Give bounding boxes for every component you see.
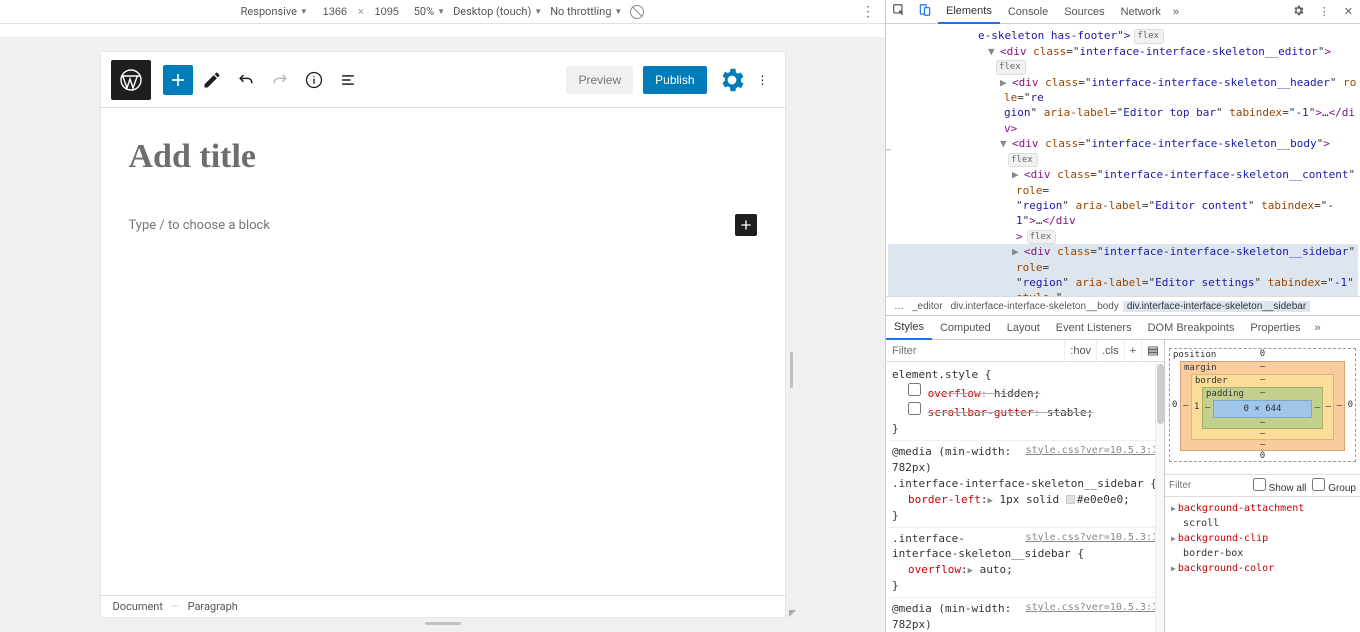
styles-filter-input[interactable] bbox=[886, 345, 1064, 357]
resize-handle-right[interactable] bbox=[790, 352, 793, 388]
post-title-input[interactable]: Add title bbox=[129, 138, 757, 176]
tab-elements[interactable]: Elements bbox=[938, 0, 1000, 24]
devtools-panel: Elements Console Sources Network » ⋮ ✕ ⋯… bbox=[885, 0, 1360, 632]
breadcrumb-paragraph[interactable]: Paragraph bbox=[188, 600, 238, 613]
box-model-pane: position 0 0 0 0 margin – – – – border bbox=[1165, 340, 1360, 632]
elements-tree[interactable]: ⋯ e-skeleton has-footer">flex ▼<div clas… bbox=[886, 24, 1360, 296]
rule-checkbox[interactable] bbox=[908, 402, 921, 415]
inspect-element-icon[interactable] bbox=[886, 3, 912, 20]
responsive-dropdown[interactable]: Responsive▼ bbox=[241, 5, 308, 18]
x-separator: × bbox=[358, 5, 364, 18]
devtools-menu-icon[interactable]: ⋮ bbox=[1316, 5, 1333, 18]
inline-add-block-icon[interactable] bbox=[735, 214, 757, 236]
source-link[interactable]: style.css?ver=10.5.3:1 bbox=[1026, 601, 1158, 616]
styles-pane-menu-icon[interactable] bbox=[1141, 340, 1164, 361]
devtools-tabs: Elements Console Sources Network » ⋮ ✕ bbox=[886, 0, 1360, 24]
cls-toggle[interactable]: .cls bbox=[1096, 340, 1124, 361]
device-type-dropdown[interactable]: Desktop (touch)▼ bbox=[453, 5, 542, 18]
breadcrumb-document[interactable]: Document bbox=[113, 600, 163, 613]
source-link[interactable]: style.css?ver=10.5.3:1 bbox=[1026, 444, 1158, 459]
computed-filter-input[interactable] bbox=[1169, 480, 1247, 491]
editor-footer: Document — Paragraph bbox=[101, 595, 785, 617]
resize-handle-bottom[interactable] bbox=[425, 622, 461, 625]
viewport-height-input[interactable] bbox=[368, 6, 406, 18]
resize-handle-corner[interactable] bbox=[787, 608, 797, 618]
block-prompt-text[interactable]: Type / to choose a block bbox=[129, 218, 270, 233]
dimensions: × bbox=[316, 5, 406, 18]
block-placeholder: Type / to choose a block bbox=[129, 214, 757, 236]
undo-icon[interactable] bbox=[231, 65, 261, 95]
list-view-icon[interactable] bbox=[333, 65, 363, 95]
rule-checkbox[interactable] bbox=[908, 383, 921, 396]
info-icon[interactable] bbox=[299, 65, 329, 95]
crumb-editor[interactable]: _editor bbox=[908, 301, 947, 312]
devtools-close-icon[interactable]: ✕ bbox=[1341, 5, 1356, 18]
styles-scrollbar[interactable] bbox=[1155, 362, 1165, 632]
throttling-dropdown[interactable]: No throttling▼ bbox=[550, 5, 622, 18]
tab-network[interactable]: Network bbox=[1113, 1, 1169, 23]
tab-console[interactable]: Console bbox=[1000, 1, 1056, 23]
elements-breadcrumb: … _editor div.interface-interface-skelet… bbox=[886, 296, 1360, 316]
device-toolbar-menu-icon[interactable]: ⋮ bbox=[861, 4, 875, 20]
zoom-dropdown[interactable]: 50%▼ bbox=[414, 5, 445, 18]
styles-pane: :hov .cls + element.style { overflow: hi… bbox=[886, 340, 1165, 632]
crumb-body[interactable]: div.interface-interface-skeleton__body bbox=[947, 301, 1123, 312]
group-checkbox[interactable]: Group bbox=[1312, 478, 1356, 494]
crumb-ellipsis[interactable]: … bbox=[890, 301, 908, 312]
publish-button[interactable]: Publish bbox=[643, 66, 706, 94]
header-more-icon[interactable]: ⋮ bbox=[751, 65, 775, 95]
stab-properties[interactable]: Properties bbox=[1242, 317, 1308, 339]
redo-icon[interactable] bbox=[265, 65, 295, 95]
new-rule-icon[interactable]: + bbox=[1124, 340, 1141, 361]
breadcrumb-sep: — bbox=[171, 600, 180, 613]
computed-filter-row: Show all Group bbox=[1165, 475, 1360, 497]
viewport-width-input[interactable] bbox=[316, 6, 354, 18]
add-block-button[interactable] bbox=[163, 65, 193, 95]
stab-layout[interactable]: Layout bbox=[999, 317, 1048, 339]
crumb-sidebar[interactable]: div.interface-interface-skeleton__sideba… bbox=[1123, 301, 1310, 312]
styles-tabs-more-icon[interactable]: » bbox=[1309, 322, 1327, 334]
gutter-icon: ⋯ bbox=[886, 144, 891, 158]
viewport-ruler bbox=[0, 24, 885, 38]
tabs-more-icon[interactable]: » bbox=[1169, 6, 1183, 18]
computed-list[interactable]: ▶background-attachment scroll ▶backgroun… bbox=[1165, 497, 1360, 580]
viewport-body: Preview Publish ⋮ Add title Type / to ch… bbox=[0, 24, 885, 632]
stab-computed[interactable]: Computed bbox=[932, 317, 999, 339]
preview-button[interactable]: Preview bbox=[566, 66, 633, 94]
device-toggle-icon[interactable] bbox=[912, 3, 938, 20]
editor-header: Preview Publish ⋮ bbox=[101, 52, 785, 108]
box-model[interactable]: position 0 0 0 0 margin – – – – border bbox=[1165, 340, 1360, 475]
devtools-settings-icon[interactable] bbox=[1289, 4, 1308, 20]
settings-gear-icon[interactable] bbox=[717, 65, 747, 95]
hov-toggle[interactable]: :hov bbox=[1064, 340, 1096, 361]
styles-tabs: Styles Computed Layout Event Listeners D… bbox=[886, 316, 1360, 340]
wp-logo-icon[interactable] bbox=[111, 60, 151, 100]
source-link[interactable]: style.css?ver=10.5.3:1 bbox=[1026, 531, 1158, 546]
rotate-icon[interactable] bbox=[630, 5, 644, 19]
stab-styles[interactable]: Styles bbox=[886, 316, 932, 340]
edit-tool-icon[interactable] bbox=[197, 65, 227, 95]
show-all-checkbox[interactable]: Show all bbox=[1253, 478, 1307, 494]
viewport-area: Responsive▼ × 50%▼ Desktop (touch)▼ No t… bbox=[0, 0, 885, 632]
stab-dom-breakpoints[interactable]: DOM Breakpoints bbox=[1140, 317, 1243, 339]
tab-sources[interactable]: Sources bbox=[1056, 1, 1112, 23]
style-rules[interactable]: element.style { overflow: hidden; scroll… bbox=[886, 362, 1164, 632]
device-toolbar: Responsive▼ × 50%▼ Desktop (touch)▼ No t… bbox=[0, 0, 885, 24]
stab-event-listeners[interactable]: Event Listeners bbox=[1048, 317, 1140, 339]
editor-content: Add title Type / to choose a block bbox=[101, 108, 785, 236]
page-frame: Preview Publish ⋮ Add title Type / to ch… bbox=[101, 52, 785, 617]
styles-filter-row: :hov .cls + bbox=[886, 340, 1164, 362]
